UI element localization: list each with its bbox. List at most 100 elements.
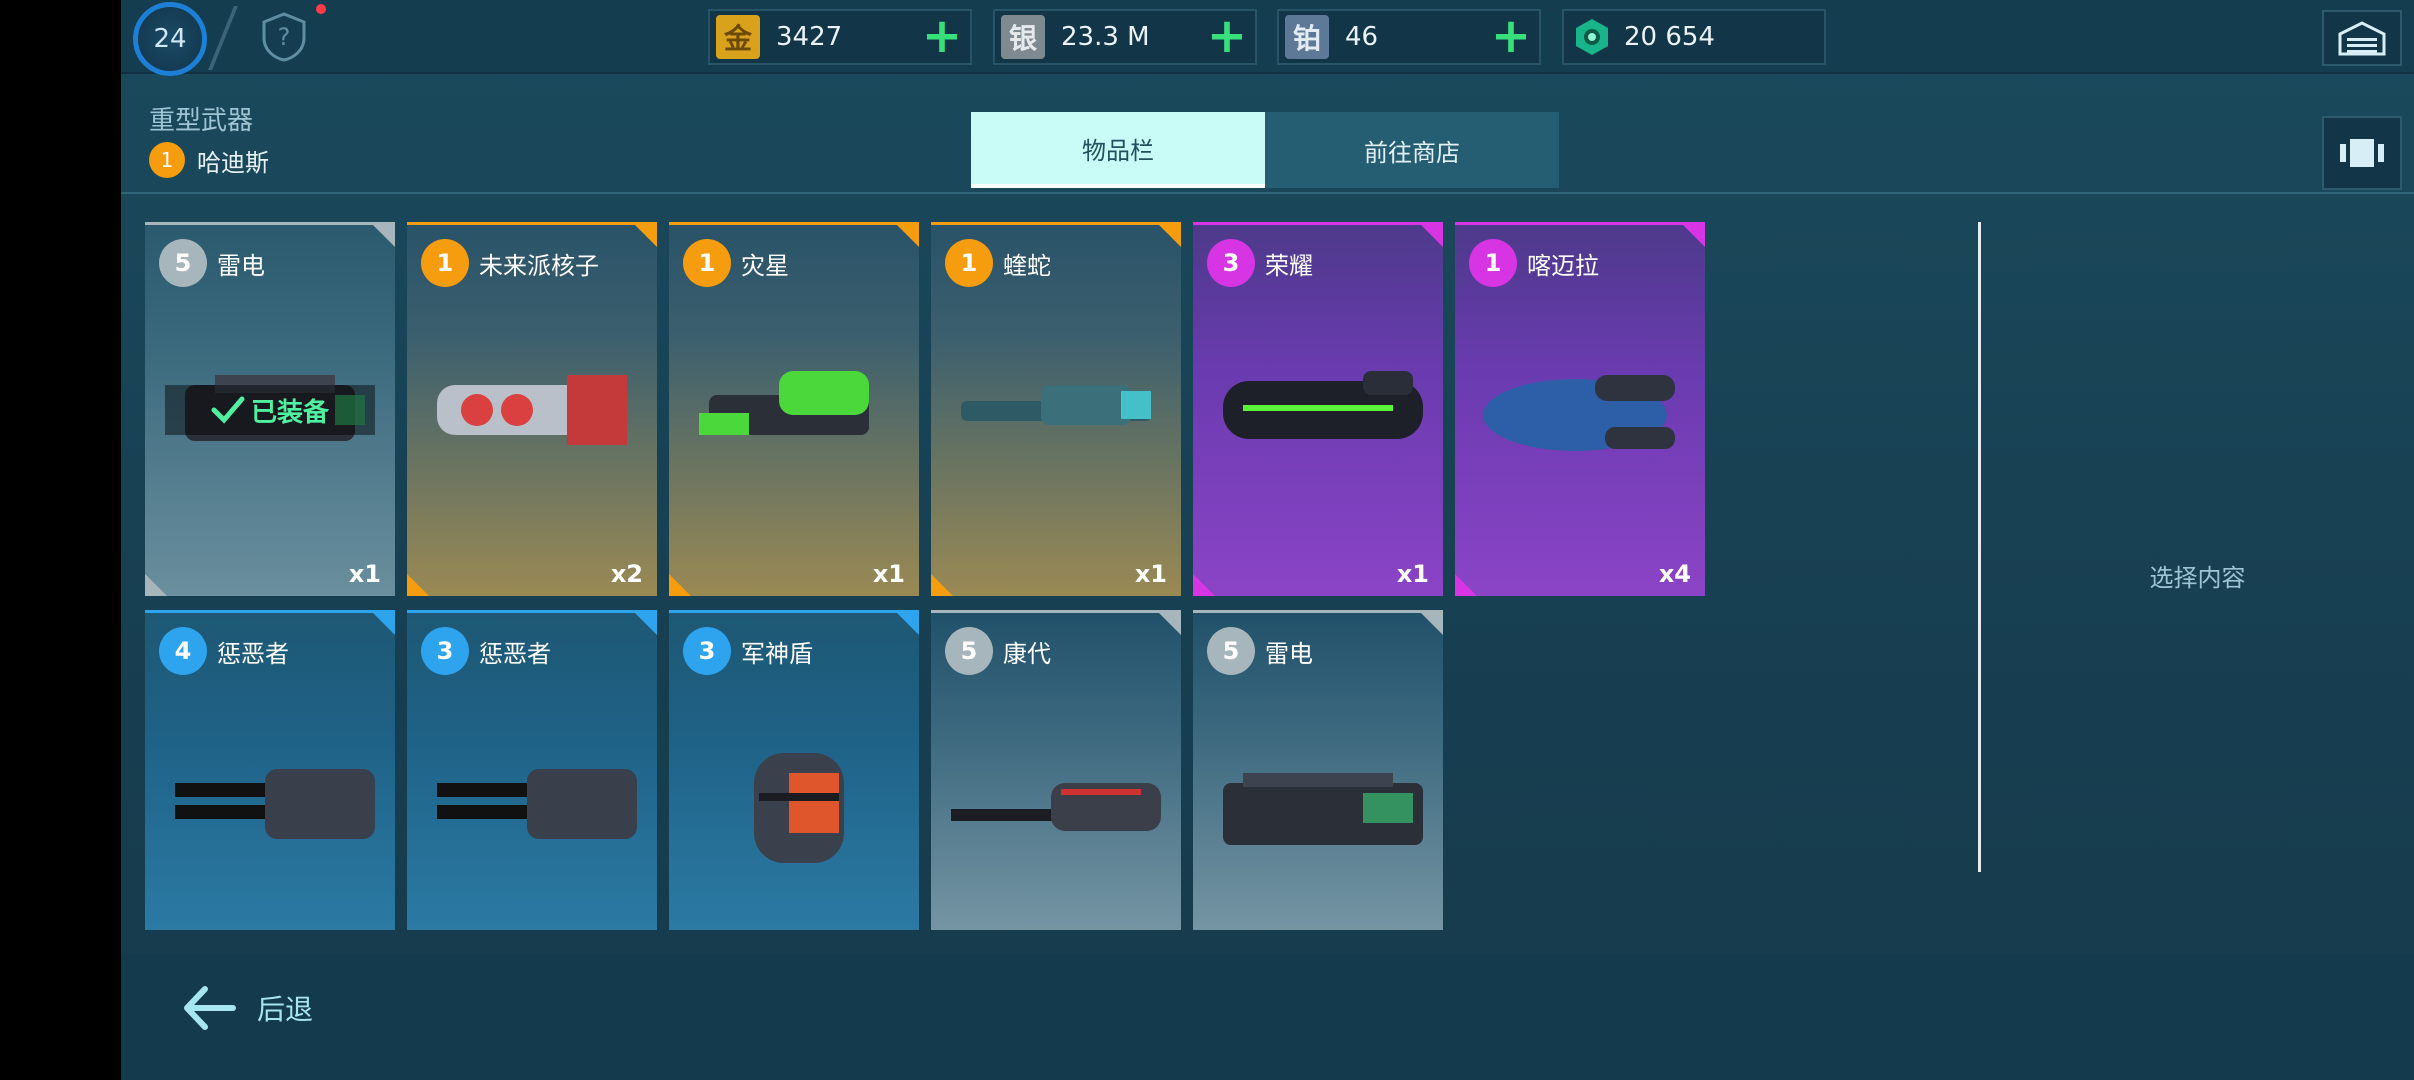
item-count: x4: [1658, 560, 1691, 588]
silver-value: 23.3 M: [1061, 22, 1150, 52]
tier-badge: 3: [1207, 239, 1255, 287]
header-divider: [121, 192, 2414, 194]
help-shield-icon[interactable]: ?: [261, 12, 307, 62]
weapon-image: [754, 753, 844, 863]
weapon-card[interactable]: 5 康代: [931, 610, 1181, 930]
tier-badge: 5: [945, 627, 993, 675]
gold-value: 3427: [776, 22, 843, 52]
weapon-name: 未来派核子: [479, 251, 599, 280]
back-button[interactable]: 后退: [181, 985, 313, 1031]
currency-key: 20 654: [1562, 9, 1826, 65]
notification-dot: [316, 4, 326, 14]
gold-icon: 金: [716, 15, 760, 59]
rarity-corner: [373, 613, 395, 635]
card-header: 3 军神盾: [669, 613, 919, 689]
side-panel-placeholder: 选择内容: [2149, 564, 2246, 592]
panel-divider: [1978, 222, 1981, 872]
back-label: 后退: [257, 993, 314, 1026]
card-header: 3 荣耀: [1193, 225, 1443, 301]
category-title: 重型武器: [149, 106, 254, 136]
weapon-name: 喀迈拉: [1527, 251, 1599, 280]
key-value: 20 654: [1624, 22, 1715, 52]
hex-token-icon: [1570, 15, 1614, 59]
card-header: 3 惩恶者: [407, 613, 657, 689]
weapon-image: [175, 769, 375, 839]
rarity-corner: [1193, 574, 1215, 596]
weapon-image: [951, 783, 1161, 831]
platinum-value: 46: [1345, 22, 1379, 52]
weapon-card[interactable]: 4 惩恶者: [145, 610, 395, 930]
weapon-card[interactable]: 1 未来派核子 x2: [407, 222, 657, 596]
weapon-card[interactable]: 5 雷电 x1 已装备: [145, 222, 395, 596]
rarity-corner: [897, 613, 919, 635]
card-header: 1 喀迈拉: [1455, 225, 1705, 301]
platinum-icon: 铂: [1285, 15, 1329, 59]
player-level[interactable]: 24: [133, 2, 209, 76]
rarity-corner: [145, 574, 167, 596]
currency-platinum: 铂 46 +: [1277, 9, 1541, 65]
weapon-image: [1483, 375, 1675, 451]
weapon-card[interactable]: 3 荣耀 x1: [1193, 222, 1443, 596]
rarity-corner: [931, 574, 953, 596]
item-count: x1: [348, 560, 381, 588]
weapon-name: 蝰蛇: [1003, 251, 1051, 280]
rarity-corner: [635, 613, 657, 635]
back-arrow-icon: [184, 986, 236, 1030]
tab-shop[interactable]: 前往商店: [1265, 112, 1559, 188]
weapon-card[interactable]: 3 惩恶者: [407, 610, 657, 930]
tier-badge: 1: [149, 142, 185, 178]
rarity-corner: [1683, 225, 1705, 247]
divider-slash: [208, 6, 238, 70]
rarity-corner: [373, 225, 395, 247]
bottom-bar: 后退: [121, 955, 2414, 1080]
item-count: x1: [872, 560, 905, 588]
tier-badge: 5: [1207, 627, 1255, 675]
card-header: 1 未来派核子: [407, 225, 657, 301]
rarity-corner: [1421, 613, 1443, 635]
tier-badge: 1: [1469, 239, 1517, 287]
tier-badge: 1: [421, 239, 469, 287]
level-number: 24: [153, 24, 187, 54]
tier-badge: 1: [683, 239, 731, 287]
tab-bar: 物品栏 前往商店: [971, 112, 1559, 188]
card-header: 1 灾星: [669, 225, 919, 301]
equipped-tag: 已装备: [165, 385, 375, 435]
weapon-name: 荣耀: [1265, 251, 1313, 280]
card-header: 5 康代: [931, 613, 1181, 689]
currency-silver: 银 23.3 M +: [993, 9, 1257, 65]
currency-gold: 金 3427 +: [708, 9, 972, 65]
add-gold-button[interactable]: +: [920, 12, 964, 60]
garage-button[interactable]: [2322, 10, 2402, 66]
weapon-image: [961, 385, 1151, 425]
weapon-card[interactable]: 3 军神盾: [669, 610, 919, 930]
weapon-name: 康代: [1003, 639, 1051, 668]
tier-badge: 3: [683, 627, 731, 675]
weapon-card[interactable]: 1 蝰蛇 x1: [931, 222, 1181, 596]
weapon-image: [699, 371, 869, 435]
weapon-name: 雷电: [217, 251, 265, 280]
weapon-image: [437, 769, 637, 839]
tab-inventory[interactable]: 物品栏: [971, 112, 1265, 188]
weapon-card[interactable]: 5 雷电: [1193, 610, 1443, 930]
weapon-name: 雷电: [1265, 639, 1313, 668]
rarity-corner: [1159, 225, 1181, 247]
game-screen: 24 ? 金 3427 + 银 23.3 M + 铂 46 + 20 654 重…: [121, 0, 2414, 1080]
tier-badge: 3: [421, 627, 469, 675]
weapon-card[interactable]: 1 喀迈拉 x4: [1455, 222, 1705, 596]
add-silver-button[interactable]: +: [1205, 12, 1249, 60]
card-header: 5 雷电: [1193, 613, 1443, 689]
item-count: x1: [1134, 560, 1167, 588]
card-header: 1 蝰蛇: [931, 225, 1181, 301]
item-count: x1: [1396, 560, 1429, 588]
top-bar: 24 ? 金 3427 + 银 23.3 M + 铂 46 + 20 654: [121, 0, 2414, 76]
rarity-corner: [1455, 574, 1477, 596]
tier-badge: 1: [945, 239, 993, 287]
add-platinum-button[interactable]: +: [1489, 12, 1533, 60]
equipped-label: 已装备: [250, 397, 329, 428]
weapon-card[interactable]: 1 灾星 x1: [669, 222, 919, 596]
tier-badge: 5: [159, 239, 207, 287]
weapon-name: 惩恶者: [217, 639, 289, 668]
cards-layout-icon: [2340, 139, 2384, 167]
layout-toggle-button[interactable]: [2322, 116, 2402, 190]
weapon-name: 灾星: [741, 251, 789, 280]
